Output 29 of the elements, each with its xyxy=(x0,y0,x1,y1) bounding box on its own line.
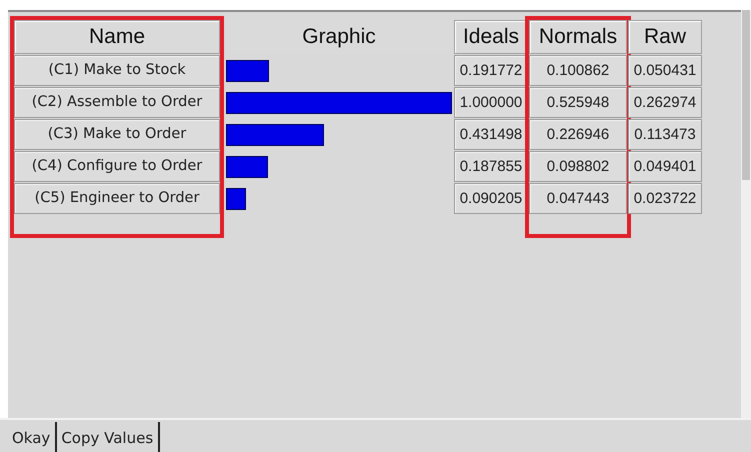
bar xyxy=(226,188,246,210)
bar xyxy=(226,156,268,178)
table-cell: 0.525948 xyxy=(529,87,627,118)
table-cell: 0.049401 xyxy=(628,151,702,182)
table-cell: (C3) Make to Order xyxy=(14,119,220,150)
table-cell: 0.090205 xyxy=(454,183,528,214)
column-header: Raw xyxy=(628,20,702,54)
table-cell: 0.113473 xyxy=(628,119,702,150)
column-header: Ideals xyxy=(454,20,528,54)
table-cell: 0.431498 xyxy=(454,119,528,150)
table-cell: 0.226946 xyxy=(529,119,627,150)
column-header: Normals xyxy=(529,20,627,54)
table-cell: (C2) Assemble to Order xyxy=(14,87,220,118)
table-cell: 1.000000 xyxy=(454,87,528,118)
bar xyxy=(226,60,270,82)
scrollbar-thumb[interactable] xyxy=(742,10,750,180)
table-cell: 0.187855 xyxy=(454,151,528,182)
scrollbar[interactable] xyxy=(741,10,751,418)
table-cell: (C5) Engineer to Order xyxy=(14,183,220,214)
table-cell: 0.050431 xyxy=(628,55,702,86)
table-cell: 0.100862 xyxy=(529,55,627,86)
table-cell: 0.023722 xyxy=(628,183,702,214)
column-header: Name xyxy=(14,20,220,54)
table-cell: 0.191772 xyxy=(454,55,528,86)
table-cell: (C1) Make to Stock xyxy=(14,55,220,86)
table-cell: 0.262974 xyxy=(628,87,702,118)
table-cell: 0.098802 xyxy=(529,151,627,182)
table-cell: (C4) Configure to Order xyxy=(14,151,220,182)
table-cell: 0.047443 xyxy=(529,183,627,214)
